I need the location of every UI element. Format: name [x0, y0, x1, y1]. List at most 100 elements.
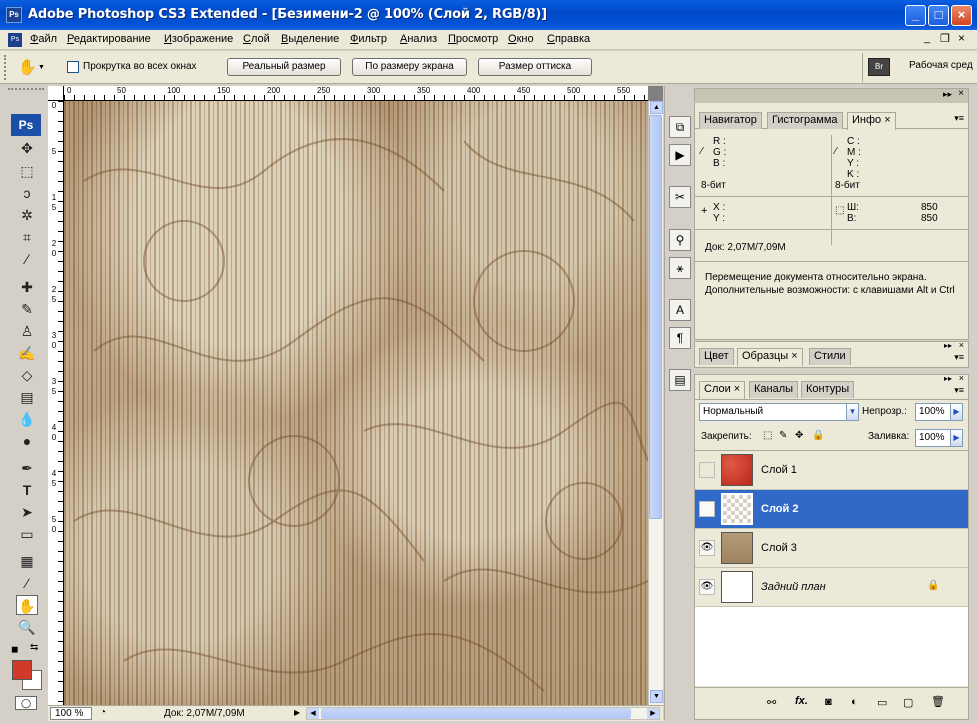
- scroll-all-checkbox[interactable]: [67, 61, 79, 73]
- character-panel-icon[interactable]: A: [669, 299, 691, 321]
- path-select-tool-icon[interactable]: ➤: [16, 502, 38, 522]
- horizontal-scroll-thumb[interactable]: [321, 708, 631, 719]
- quick-mask-icon[interactable]: ◯: [15, 696, 37, 710]
- tab-color[interactable]: Цвет: [699, 348, 734, 365]
- dodge-tool-icon[interactable]: ●: [16, 431, 38, 451]
- bridge-icon[interactable]: Br: [868, 58, 890, 76]
- menu-window[interactable]: Окно: [508, 33, 534, 45]
- hand-tool-preset-icon[interactable]: ✋: [18, 58, 37, 76]
- menu-help[interactable]: Справка: [547, 33, 590, 45]
- vertical-scroll-thumb[interactable]: [649, 115, 662, 519]
- history-brush-tool-icon[interactable]: ✍: [16, 343, 38, 363]
- brushes-panel-icon[interactable]: ⚲: [669, 229, 691, 251]
- scroll-right-icon[interactable]: ▶: [647, 708, 659, 719]
- panel-collapse-icon[interactable]: ▸▸: [944, 341, 952, 350]
- magic-wand-tool-icon[interactable]: ✲: [16, 205, 38, 225]
- panel-close-icon[interactable]: ×: [959, 373, 964, 383]
- clone-source-icon[interactable]: ⚹: [669, 257, 691, 279]
- tab-paths[interactable]: Контуры: [801, 381, 855, 398]
- tab-layers[interactable]: Слои ×: [699, 381, 746, 399]
- foreground-color-swatch[interactable]: [12, 660, 32, 680]
- fx-icon[interactable]: fx.: [795, 695, 808, 707]
- layer-mask-icon[interactable]: ◙: [825, 696, 832, 708]
- lock-all-icon[interactable]: 🔒: [812, 430, 824, 441]
- panel-close-icon[interactable]: ×: [959, 340, 964, 350]
- horizontal-scrollbar[interactable]: ◀ ▶: [306, 707, 660, 720]
- preset-dropdown-icon[interactable]: ▼: [38, 64, 45, 71]
- fit-screen-button[interactable]: По размеру экрана: [352, 58, 467, 76]
- print-size-button[interactable]: Размер оттиска: [478, 58, 592, 76]
- lasso-tool-icon[interactable]: ↄ: [16, 183, 38, 203]
- visibility-toggle[interactable]: [699, 462, 715, 478]
- status-icon[interactable]: ◔: [100, 707, 106, 718]
- toolbox-grip[interactable]: [8, 88, 44, 96]
- eye-icon[interactable]: 👁: [699, 579, 715, 595]
- panel-menu-icon[interactable]: ▾≡: [954, 352, 964, 363]
- layer-row[interactable]: 👁 Слой 3: [695, 529, 968, 568]
- tab-channels[interactable]: Каналы: [749, 381, 799, 398]
- link-layers-icon[interactable]: ⚯: [767, 696, 776, 709]
- doc-minimize-icon[interactable]: _: [924, 32, 930, 44]
- doc-restore-icon[interactable]: ❐: [940, 32, 950, 45]
- status-menu-arrow-icon[interactable]: ▶: [294, 708, 300, 717]
- eye-icon[interactable]: 👁: [699, 501, 715, 517]
- menu-view[interactable]: Просмотр: [448, 33, 498, 45]
- panel-close-icon[interactable]: ×: [958, 88, 964, 99]
- tab-styles[interactable]: Стили: [809, 348, 851, 365]
- panel-collapse-icon[interactable]: ▸▸: [943, 89, 952, 100]
- hand-tool-icon[interactable]: ✋: [16, 595, 38, 615]
- layer-name[interactable]: Задний план: [761, 581, 826, 593]
- ps-logo[interactable]: Ps: [11, 114, 41, 136]
- eye-icon[interactable]: 👁: [699, 540, 715, 556]
- zoom-tool-icon[interactable]: 🔍: [16, 617, 38, 637]
- adjustment-layer-icon[interactable]: ◐: [851, 696, 858, 708]
- scroll-down-icon[interactable]: ▼: [650, 690, 663, 703]
- app-icon[interactable]: Ps: [6, 7, 22, 23]
- lock-position-icon[interactable]: ✥: [795, 430, 803, 441]
- blend-mode-select[interactable]: Нормальный ▼: [699, 403, 859, 421]
- paragraph-panel-icon[interactable]: ¶: [669, 327, 691, 349]
- slice-tool-icon[interactable]: ∕: [16, 249, 38, 269]
- doc-icon[interactable]: Ps: [8, 33, 22, 47]
- tab-swatches[interactable]: Образцы ×: [737, 348, 803, 366]
- stamp-tool-icon[interactable]: ♙: [16, 321, 38, 341]
- workspace-label[interactable]: Рабочая сред: [909, 60, 973, 71]
- scroll-up-icon[interactable]: ▲: [650, 101, 663, 114]
- panel-collapse-icon[interactable]: ▸▸: [944, 374, 952, 383]
- panel-menu-icon[interactable]: ▾≡: [954, 113, 964, 124]
- gradient-tool-icon[interactable]: ▤: [16, 387, 38, 407]
- tab-navigator[interactable]: Навигатор: [699, 112, 762, 129]
- opacity-field[interactable]: 100% ▶: [915, 403, 963, 421]
- tab-info[interactable]: Инфо ×: [847, 112, 896, 130]
- doc-close-icon[interactable]: ×: [958, 31, 965, 45]
- minimize-button[interactable]: _: [905, 5, 926, 26]
- actual-pixels-button[interactable]: Реальный размер: [227, 58, 341, 76]
- menu-file[interactable]: Файл: [30, 33, 57, 45]
- lock-transparency-icon[interactable]: ⬚: [763, 430, 772, 441]
- marquee-tool-icon[interactable]: ⬚: [16, 161, 38, 181]
- move-tool-icon[interactable]: ✥: [16, 138, 38, 158]
- menu-analysis[interactable]: Анализ: [400, 33, 437, 45]
- pen-tool-icon[interactable]: ✒: [16, 458, 38, 478]
- layer-row[interactable]: 👁 Задний план 🔒: [695, 568, 968, 607]
- healing-tool-icon[interactable]: ✚: [16, 277, 38, 297]
- zoom-field[interactable]: 100 %: [50, 707, 92, 720]
- canvas[interactable]: [64, 101, 648, 705]
- panel-header[interactable]: ▸▸ ×: [695, 88, 968, 103]
- brush-tool-icon[interactable]: ✎: [16, 299, 38, 319]
- chevron-down-icon[interactable]: ▼: [846, 404, 858, 420]
- lock-pixels-icon[interactable]: ✎: [779, 430, 787, 441]
- crop-tool-icon[interactable]: ⌗: [16, 227, 38, 247]
- ruler-origin[interactable]: [48, 86, 64, 101]
- scroll-left-icon[interactable]: ◀: [307, 708, 319, 719]
- tool-presets-icon[interactable]: ✂: [669, 186, 691, 208]
- actions-panel-icon[interactable]: ▶: [669, 144, 691, 166]
- notes-tool-icon[interactable]: ▦: [16, 551, 38, 571]
- eyedropper-tool-icon[interactable]: ⁄: [16, 573, 38, 593]
- layer-name[interactable]: Слой 3: [761, 542, 797, 554]
- maximize-button[interactable]: □: [928, 5, 949, 26]
- new-layer-icon[interactable]: ▢: [903, 696, 913, 709]
- swap-colors-icon[interactable]: ⇆: [30, 642, 38, 653]
- shape-tool-icon[interactable]: ▭: [16, 524, 38, 544]
- menu-image[interactable]: Изображение: [164, 33, 233, 45]
